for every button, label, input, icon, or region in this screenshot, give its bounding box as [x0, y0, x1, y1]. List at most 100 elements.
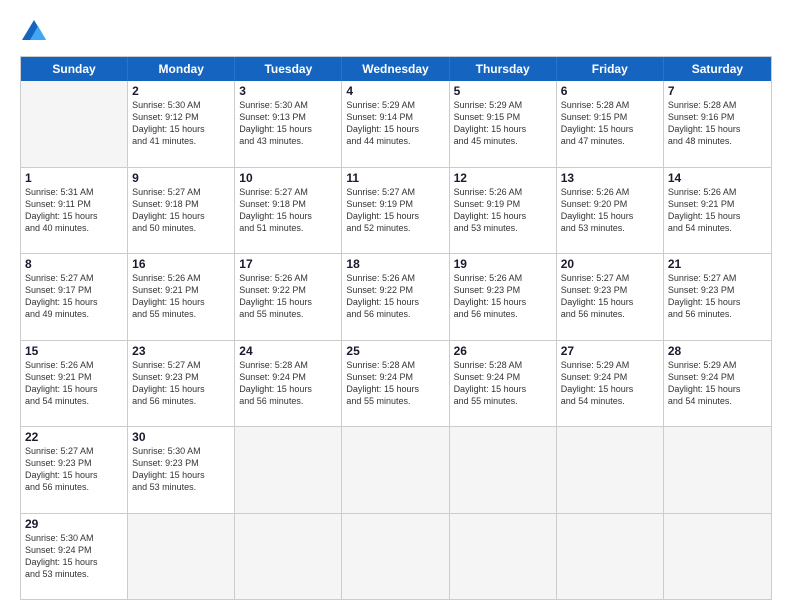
calendar-cell: [664, 514, 771, 600]
cell-info-line: Sunset: 9:23 PM: [561, 284, 659, 296]
day-number: 20: [561, 257, 659, 271]
cell-info-line: and 48 minutes.: [668, 135, 767, 147]
cell-info-line: Daylight: 15 hours: [132, 469, 230, 481]
cell-info-line: Sunset: 9:18 PM: [132, 198, 230, 210]
cell-info-line: Daylight: 15 hours: [132, 296, 230, 308]
cell-info-line: Sunrise: 5:26 AM: [561, 186, 659, 198]
cell-info-line: and 50 minutes.: [132, 222, 230, 234]
calendar-cell: 24Sunrise: 5:28 AMSunset: 9:24 PMDayligh…: [235, 341, 342, 427]
cell-info-line: and 43 minutes.: [239, 135, 337, 147]
cell-info-line: Sunrise: 5:27 AM: [25, 445, 123, 457]
cell-info-line: Sunset: 9:15 PM: [561, 111, 659, 123]
header-day-thursday: Thursday: [450, 57, 557, 81]
header-day-friday: Friday: [557, 57, 664, 81]
cell-info-line: Sunrise: 5:29 AM: [454, 99, 552, 111]
cell-info-line: and 51 minutes.: [239, 222, 337, 234]
cell-info-line: Sunset: 9:23 PM: [132, 457, 230, 469]
cell-info-line: Daylight: 15 hours: [668, 383, 767, 395]
calendar-cell: [21, 81, 128, 167]
day-number: 21: [668, 257, 767, 271]
cell-info-line: Daylight: 15 hours: [25, 210, 123, 222]
calendar-cell: 29Sunrise: 5:30 AMSunset: 9:24 PMDayligh…: [21, 514, 128, 600]
calendar-cell: 13Sunrise: 5:26 AMSunset: 9:20 PMDayligh…: [557, 168, 664, 254]
calendar-cell: 1Sunrise: 5:31 AMSunset: 9:11 PMDaylight…: [21, 168, 128, 254]
calendar-cell: 28Sunrise: 5:29 AMSunset: 9:24 PMDayligh…: [664, 341, 771, 427]
cell-info-line: Daylight: 15 hours: [346, 123, 444, 135]
cell-info-line: Sunset: 9:23 PM: [25, 457, 123, 469]
cell-info-line: Sunset: 9:12 PM: [132, 111, 230, 123]
cell-info-line: and 56 minutes.: [25, 481, 123, 493]
calendar-cell: [450, 514, 557, 600]
cell-info-line: Sunset: 9:24 PM: [346, 371, 444, 383]
calendar-week-4: 15Sunrise: 5:26 AMSunset: 9:21 PMDayligh…: [21, 341, 771, 428]
header-day-monday: Monday: [128, 57, 235, 81]
calendar-cell: 26Sunrise: 5:28 AMSunset: 9:24 PMDayligh…: [450, 341, 557, 427]
day-number: 16: [132, 257, 230, 271]
cell-info-line: Daylight: 15 hours: [239, 383, 337, 395]
cell-info-line: Sunset: 9:24 PM: [668, 371, 767, 383]
cell-info-line: Daylight: 15 hours: [25, 296, 123, 308]
calendar-cell: 23Sunrise: 5:27 AMSunset: 9:23 PMDayligh…: [128, 341, 235, 427]
calendar-cell: 18Sunrise: 5:26 AMSunset: 9:22 PMDayligh…: [342, 254, 449, 340]
cell-info-line: and 45 minutes.: [454, 135, 552, 147]
cell-info-line: Daylight: 15 hours: [561, 383, 659, 395]
calendar-cell: [342, 514, 449, 600]
cell-info-line: Daylight: 15 hours: [25, 383, 123, 395]
cell-info-line: Daylight: 15 hours: [668, 210, 767, 222]
cell-info-line: Daylight: 15 hours: [239, 123, 337, 135]
cell-info-line: Daylight: 15 hours: [346, 296, 444, 308]
cell-info-line: and 47 minutes.: [561, 135, 659, 147]
calendar-week-3: 8Sunrise: 5:27 AMSunset: 9:17 PMDaylight…: [21, 254, 771, 341]
cell-info-line: Sunset: 9:13 PM: [239, 111, 337, 123]
day-number: 10: [239, 171, 337, 185]
calendar-cell: [450, 427, 557, 513]
calendar-cell: 21Sunrise: 5:27 AMSunset: 9:23 PMDayligh…: [664, 254, 771, 340]
day-number: 25: [346, 344, 444, 358]
header: [20, 18, 772, 46]
cell-info-line: and 53 minutes.: [454, 222, 552, 234]
cell-info-line: Sunset: 9:19 PM: [346, 198, 444, 210]
calendar-cell: 3Sunrise: 5:30 AMSunset: 9:13 PMDaylight…: [235, 81, 342, 167]
cell-info-line: Sunset: 9:22 PM: [239, 284, 337, 296]
cell-info-line: Sunrise: 5:29 AM: [346, 99, 444, 111]
day-number: 26: [454, 344, 552, 358]
cell-info-line: Daylight: 15 hours: [454, 296, 552, 308]
day-number: 27: [561, 344, 659, 358]
cell-info-line: Sunrise: 5:26 AM: [346, 272, 444, 284]
cell-info-line: and 55 minutes.: [454, 395, 552, 407]
cell-info-line: Daylight: 15 hours: [454, 123, 552, 135]
cell-info-line: Daylight: 15 hours: [346, 383, 444, 395]
cell-info-line: and 56 minutes.: [668, 308, 767, 320]
calendar-cell: 11Sunrise: 5:27 AMSunset: 9:19 PMDayligh…: [342, 168, 449, 254]
cell-info-line: Sunset: 9:21 PM: [668, 198, 767, 210]
calendar-body: 2Sunrise: 5:30 AMSunset: 9:12 PMDaylight…: [21, 81, 771, 599]
cell-info-line: Sunset: 9:17 PM: [25, 284, 123, 296]
header-day-saturday: Saturday: [664, 57, 771, 81]
calendar-cell: [235, 427, 342, 513]
calendar-cell: [664, 427, 771, 513]
cell-info-line: Sunset: 9:24 PM: [25, 544, 123, 556]
cell-info-line: and 53 minutes.: [25, 568, 123, 580]
day-number: 22: [25, 430, 123, 444]
cell-info-line: Daylight: 15 hours: [239, 296, 337, 308]
header-day-tuesday: Tuesday: [235, 57, 342, 81]
calendar-header-row: SundayMondayTuesdayWednesdayThursdayFrid…: [21, 57, 771, 81]
cell-info-line: Sunrise: 5:30 AM: [132, 445, 230, 457]
day-number: 19: [454, 257, 552, 271]
cell-info-line: Daylight: 15 hours: [239, 210, 337, 222]
calendar-cell: 20Sunrise: 5:27 AMSunset: 9:23 PMDayligh…: [557, 254, 664, 340]
day-number: 6: [561, 84, 659, 98]
cell-info-line: Sunrise: 5:27 AM: [132, 186, 230, 198]
day-number: 30: [132, 430, 230, 444]
day-number: 3: [239, 84, 337, 98]
cell-info-line: Sunrise: 5:28 AM: [454, 359, 552, 371]
day-number: 8: [25, 257, 123, 271]
cell-info-line: Sunrise: 5:27 AM: [239, 186, 337, 198]
day-number: 5: [454, 84, 552, 98]
day-number: 4: [346, 84, 444, 98]
day-number: 18: [346, 257, 444, 271]
cell-info-line: Daylight: 15 hours: [346, 210, 444, 222]
cell-info-line: and 44 minutes.: [346, 135, 444, 147]
calendar-cell: 7Sunrise: 5:28 AMSunset: 9:16 PMDaylight…: [664, 81, 771, 167]
calendar-week-6: 29Sunrise: 5:30 AMSunset: 9:24 PMDayligh…: [21, 514, 771, 600]
